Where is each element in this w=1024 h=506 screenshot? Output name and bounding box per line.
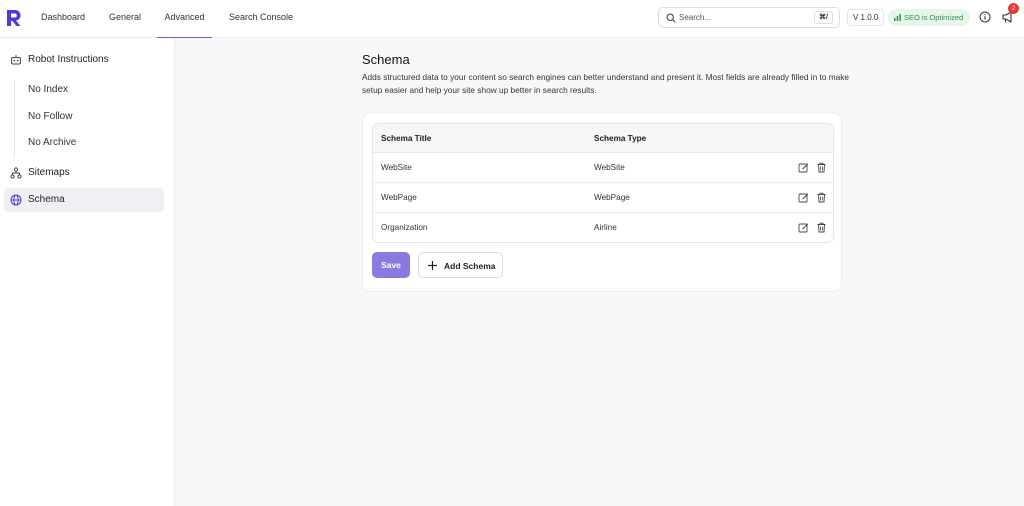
keyboard-shortcut: ⌘/ <box>814 11 833 24</box>
page-description: Adds structured data to your content so … <box>362 72 850 95</box>
column-header-title: Schema Title <box>381 134 432 143</box>
edit-icon[interactable] <box>798 192 809 203</box>
sidebar-subitem-no-index[interactable]: No Index <box>28 84 68 95</box>
tab-dashboard[interactable]: Dashboard <box>41 12 85 38</box>
submenu-guide-line <box>14 80 15 158</box>
sidebar-item-sitemaps[interactable]: Sitemaps <box>4 161 164 185</box>
signal-bars-icon <box>894 14 901 21</box>
tab-general[interactable]: General <box>109 12 141 38</box>
sidebar-item-label: Robot Instructions <box>28 54 109 65</box>
sidebar-subitem-no-archive[interactable]: No Archive <box>28 137 76 148</box>
trash-icon[interactable] <box>816 222 827 233</box>
sidebar-item-schema[interactable]: Schema <box>4 188 164 212</box>
robot-icon <box>11 55 21 65</box>
schema-title-cell: WebSite <box>381 163 412 172</box>
plus-icon <box>428 261 437 270</box>
add-schema-label: Add Schema <box>444 261 496 271</box>
table-header: Schema Title Schema Type <box>373 124 833 153</box>
globe-icon <box>10 194 22 206</box>
version-badge: V 1.0.0 <box>847 9 885 26</box>
notification-count-badge: 2 <box>1008 3 1019 14</box>
search-placeholder: Search... <box>679 13 712 22</box>
schema-type-cell: WebSite <box>594 163 625 172</box>
schema-table: Schema Title Schema Type WebSite WebSite… <box>372 123 834 243</box>
schema-type-cell: Airline <box>594 223 617 232</box>
edit-icon[interactable] <box>798 162 809 173</box>
app-logo[interactable] <box>6 9 22 27</box>
tab-advanced[interactable]: Advanced <box>157 12 212 38</box>
schema-type-cell: WebPage <box>594 193 630 202</box>
tab-search-console[interactable]: Search Console <box>229 12 293 38</box>
edit-icon[interactable] <box>798 222 809 233</box>
table-row: WebSite WebSite <box>373 153 833 183</box>
table-row: Organization Airline <box>373 213 833 242</box>
schema-card: Schema Title Schema Type WebSite WebSite… <box>362 112 842 292</box>
schema-title-cell: Organization <box>381 223 428 232</box>
sidebar-subitem-no-follow[interactable]: No Follow <box>28 111 72 122</box>
search-input[interactable]: Search... ⌘/ <box>658 7 840 28</box>
save-button[interactable]: Save <box>372 252 410 278</box>
sidebar-item-label: Sitemaps <box>28 167 70 178</box>
page-title: Schema <box>362 52 410 67</box>
top-bar: Dashboard General Advanced Search Consol… <box>0 0 1024 38</box>
add-schema-button[interactable]: Add Schema <box>418 252 503 278</box>
sidebar-item-robot-instructions[interactable]: Robot Instructions <box>4 48 164 72</box>
trash-icon[interactable] <box>816 192 827 203</box>
sidebar-item-label: Schema <box>28 194 65 205</box>
seo-status-label: SEO is Optimized <box>904 13 964 22</box>
search-icon <box>666 13 676 23</box>
seo-status-badge[interactable]: SEO is Optimized <box>888 9 970 26</box>
trash-icon[interactable] <box>816 162 827 173</box>
info-icon[interactable] <box>979 11 991 23</box>
sitemap-icon <box>10 167 22 179</box>
schema-title-cell: WebPage <box>381 193 417 202</box>
column-header-type: Schema Type <box>594 134 647 143</box>
table-row: WebPage WebPage <box>373 183 833 213</box>
sidebar: Robot Instructions No Index No Follow No… <box>0 38 175 506</box>
